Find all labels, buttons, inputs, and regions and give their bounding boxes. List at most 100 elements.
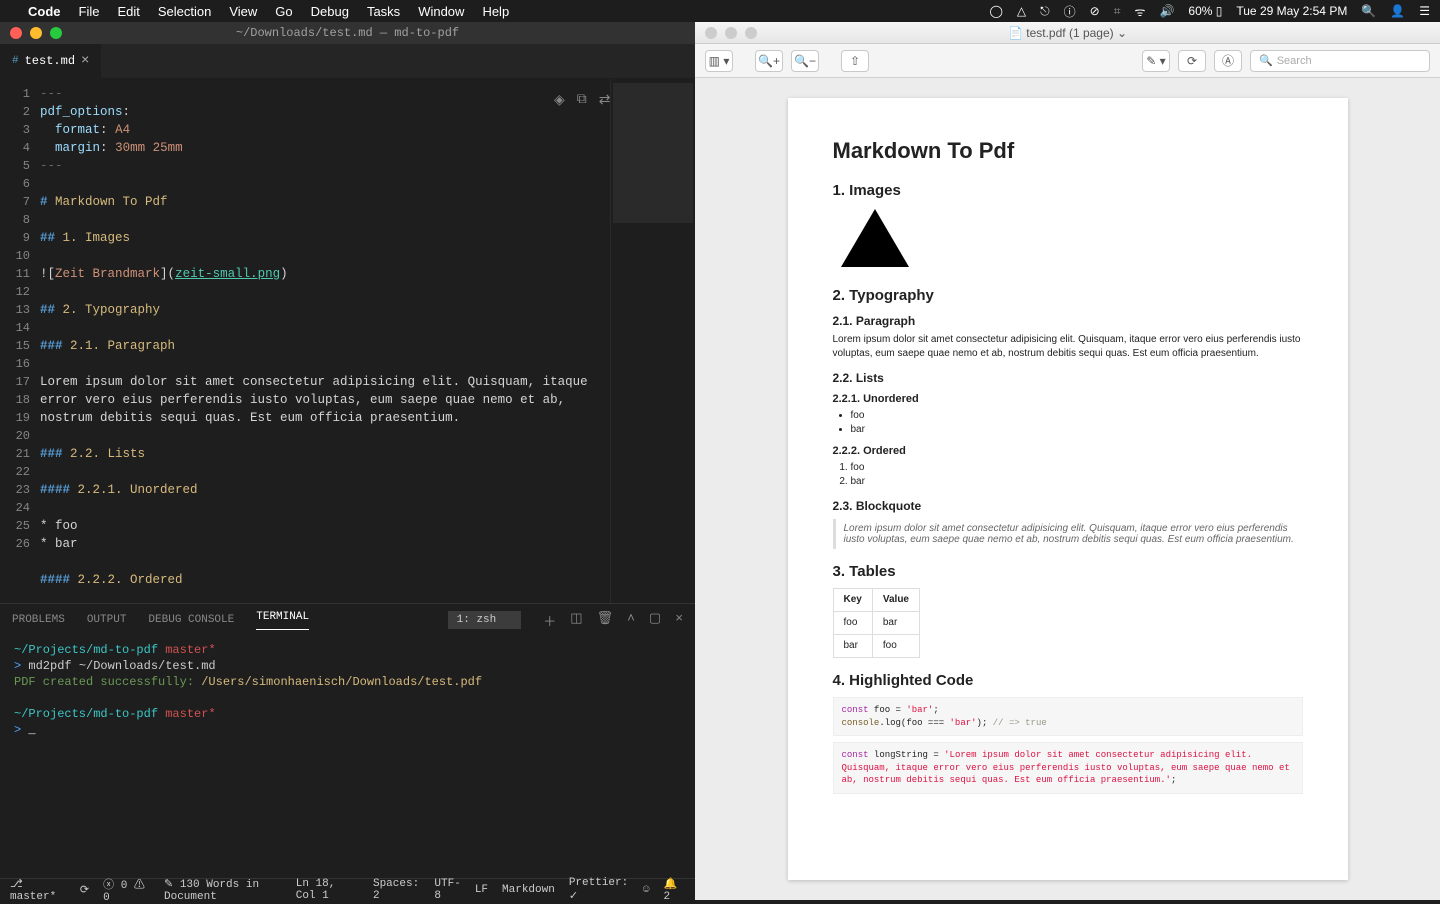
menubar-app[interactable]: Code xyxy=(28,4,61,19)
preview-canvas[interactable]: Markdown To Pdf 1. Images 2. Typography … xyxy=(695,78,1440,900)
status-triangle-icon[interactable]: △ xyxy=(1017,4,1026,18)
kill-terminal-icon[interactable]: 🗑 xyxy=(597,611,614,630)
zoom-out-button[interactable]: 🔍− xyxy=(791,50,819,72)
menu-window[interactable]: Window xyxy=(418,4,464,19)
menu-view[interactable]: View xyxy=(229,4,257,19)
pdf-code2: const longString = 'Lorem ipsum dolor si… xyxy=(833,742,1303,794)
pdf-s4: 4. Highlighted Code xyxy=(833,672,1303,689)
close-panel-icon[interactable]: × xyxy=(675,611,683,630)
pdf-table: KeyValue foobar barfoo xyxy=(833,588,921,658)
sb-errors[interactable]: ⓧ 0 ⚠ 0 xyxy=(103,876,150,904)
pdf-s23: 2.3. Blockquote xyxy=(833,499,1303,513)
sb-prettier[interactable]: Prettier: ✓ xyxy=(569,877,629,903)
sb-lncol[interactable]: Ln 18, Col 1 xyxy=(296,878,359,902)
pv-close-button[interactable] xyxy=(705,27,717,39)
preview-toolbar: ▥ ▾ 🔍+ 🔍− ⇧ ✎ ▾ ⟳ Ⓐ 🔍 Search xyxy=(695,44,1440,78)
sb-spaces[interactable]: Spaces: 2 xyxy=(373,878,420,902)
menu-file[interactable]: File xyxy=(79,4,100,19)
menu-go[interactable]: Go xyxy=(275,4,292,19)
status-dnd-icon[interactable]: ⊘ xyxy=(1090,4,1100,18)
vscode-window: ~/Downloads/test.md — md-to-pdf # test.m… xyxy=(0,22,695,900)
pdf-ol: foo bar xyxy=(833,461,1303,489)
status-wifi-icon[interactable]: ᯤ xyxy=(1134,3,1145,20)
menu-help[interactable]: Help xyxy=(482,4,509,19)
pdf-s222: 2.2.2. Ordered xyxy=(833,445,1303,457)
collapse-panel-icon[interactable]: ˄ xyxy=(627,611,635,630)
pdf-s3: 3. Tables xyxy=(833,563,1303,580)
zoom-in-button[interactable]: 🔍+ xyxy=(755,50,783,72)
sb-git-branch[interactable]: ⎇ master* xyxy=(10,877,66,903)
panel-tab-problems[interactable]: PROBLEMS xyxy=(12,614,65,626)
editor-tabs: # test.md × ◈ ⧉ ⇄ ◫ ▥ ⋯ xyxy=(0,44,695,79)
markdown-file-icon: # xyxy=(12,55,19,67)
new-terminal-icon[interactable]: ＋ xyxy=(543,611,556,630)
pdf-page: Markdown To Pdf 1. Images 2. Typography … xyxy=(788,98,1348,880)
status-battery[interactable]: 60% ▯ xyxy=(1188,4,1222,18)
menu-edit[interactable]: Edit xyxy=(117,4,139,19)
code-body[interactable]: ---pdf_options: format: A4 margin: 30mm … xyxy=(40,79,610,603)
sb-eol[interactable]: LF xyxy=(475,884,488,896)
terminal[interactable]: ~/Projects/md-to-pdf master*> md2pdf ~/D… xyxy=(0,636,695,878)
panel-tab-debug-console[interactable]: DEBUG CONSOLE xyxy=(148,614,234,626)
sb-encoding[interactable]: UTF-8 xyxy=(434,878,460,902)
sb-lang[interactable]: Markdown xyxy=(502,884,555,896)
menu-selection[interactable]: Selection xyxy=(158,4,211,19)
preview-titlebar: 📄 test.pdf (1 page) ⌄ xyxy=(695,22,1440,44)
statusbar: ⎇ master* ⟳ ⓧ 0 ⚠ 0 ✎ 130 Words in Docum… xyxy=(0,878,695,900)
minimap[interactable] xyxy=(610,79,695,603)
list-item: bar xyxy=(851,423,1303,437)
pdf-s21: 2.1. Paragraph xyxy=(833,314,1303,328)
sb-feedback-icon[interactable]: ☺ xyxy=(643,884,650,896)
list-item: foo xyxy=(851,461,1303,475)
panel-tab-output[interactable]: OUTPUT xyxy=(87,614,127,626)
tab-label: test.md xyxy=(25,54,75,68)
user-icon[interactable]: 👤 xyxy=(1390,4,1405,18)
highlight-button[interactable]: ✎ ▾ xyxy=(1142,50,1170,72)
rotate-button[interactable]: ⟳ xyxy=(1178,50,1206,72)
window-close-button[interactable] xyxy=(10,27,22,39)
window-minimize-button[interactable] xyxy=(30,27,42,39)
maximize-panel-icon[interactable]: ▢ xyxy=(649,611,661,630)
split-terminal-icon[interactable]: ◫ xyxy=(570,611,582,630)
sb-words[interactable]: ✎ 130 Words in Document xyxy=(164,877,296,903)
line-gutter: 1234567891011121314151617181920212223242… xyxy=(0,79,40,603)
sb-sync-icon[interactable]: ⟳ xyxy=(80,883,89,897)
pdf-code1: const foo = 'bar'; console.log(foo === '… xyxy=(833,697,1303,736)
status-bluetooth-icon[interactable]: ⌗ xyxy=(1114,4,1121,19)
markup-button[interactable]: Ⓐ xyxy=(1214,50,1242,72)
status-datetime[interactable]: Tue 29 May 2:54 PM xyxy=(1236,4,1347,18)
search-input[interactable]: 🔍 Search xyxy=(1250,50,1430,72)
pdf-ul: foo bar xyxy=(833,409,1303,437)
bottom-panel: PROBLEMS OUTPUT DEBUG CONSOLE TERMINAL 1… xyxy=(0,603,695,878)
status-headphones-icon[interactable]: ⎋ xyxy=(1040,4,1050,19)
tab-test-md[interactable]: # test.md × xyxy=(0,44,102,78)
list-item: foo xyxy=(851,409,1303,423)
status-volume-icon[interactable]: 🔊 xyxy=(1159,4,1174,18)
sidebar-toggle-button[interactable]: ▥ ▾ xyxy=(705,50,733,72)
share-button[interactable]: ⇧ xyxy=(841,50,869,72)
pdf-blockquote: Lorem ipsum dolor sit amet consectetur a… xyxy=(833,519,1303,549)
spotlight-icon[interactable]: 🔍 xyxy=(1361,4,1376,18)
sb-notifications[interactable]: 🔔 2 xyxy=(664,877,686,903)
terminal-picker[interactable]: 1: zsh xyxy=(448,611,522,629)
status-circle-icon[interactable]: ◯ xyxy=(989,4,1002,18)
vscode-titlebar: ~/Downloads/test.md — md-to-pdf xyxy=(0,22,695,44)
macos-menubar: Code File Edit Selection View Go Debug T… xyxy=(0,0,1440,22)
status-script-icon[interactable]: ⓘ xyxy=(1064,3,1076,20)
panel-tab-terminal[interactable]: TERMINAL xyxy=(256,611,309,630)
pv-minimize-button[interactable] xyxy=(725,27,737,39)
pdf-s1: 1. Images xyxy=(833,182,1303,199)
menu-tasks[interactable]: Tasks xyxy=(367,4,400,19)
pdf-s2: 2. Typography xyxy=(833,287,1303,304)
menu-debug[interactable]: Debug xyxy=(311,4,349,19)
preview-title: 📄 test.pdf (1 page) ⌄ xyxy=(695,26,1440,40)
pdf-paragraph: Lorem ipsum dolor sit amet consectetur a… xyxy=(833,333,1303,361)
pv-zoom-button[interactable] xyxy=(745,27,757,39)
editor[interactable]: 1234567891011121314151617181920212223242… xyxy=(0,79,695,603)
vscode-window-title: ~/Downloads/test.md — md-to-pdf xyxy=(0,26,695,40)
pdf-s22: 2.2. Lists xyxy=(833,371,1303,385)
notification-center-icon[interactable]: ☰ xyxy=(1419,4,1430,18)
close-tab-icon[interactable]: × xyxy=(81,53,89,69)
window-zoom-button[interactable] xyxy=(50,27,62,39)
zeit-brandmark-image xyxy=(841,209,909,267)
